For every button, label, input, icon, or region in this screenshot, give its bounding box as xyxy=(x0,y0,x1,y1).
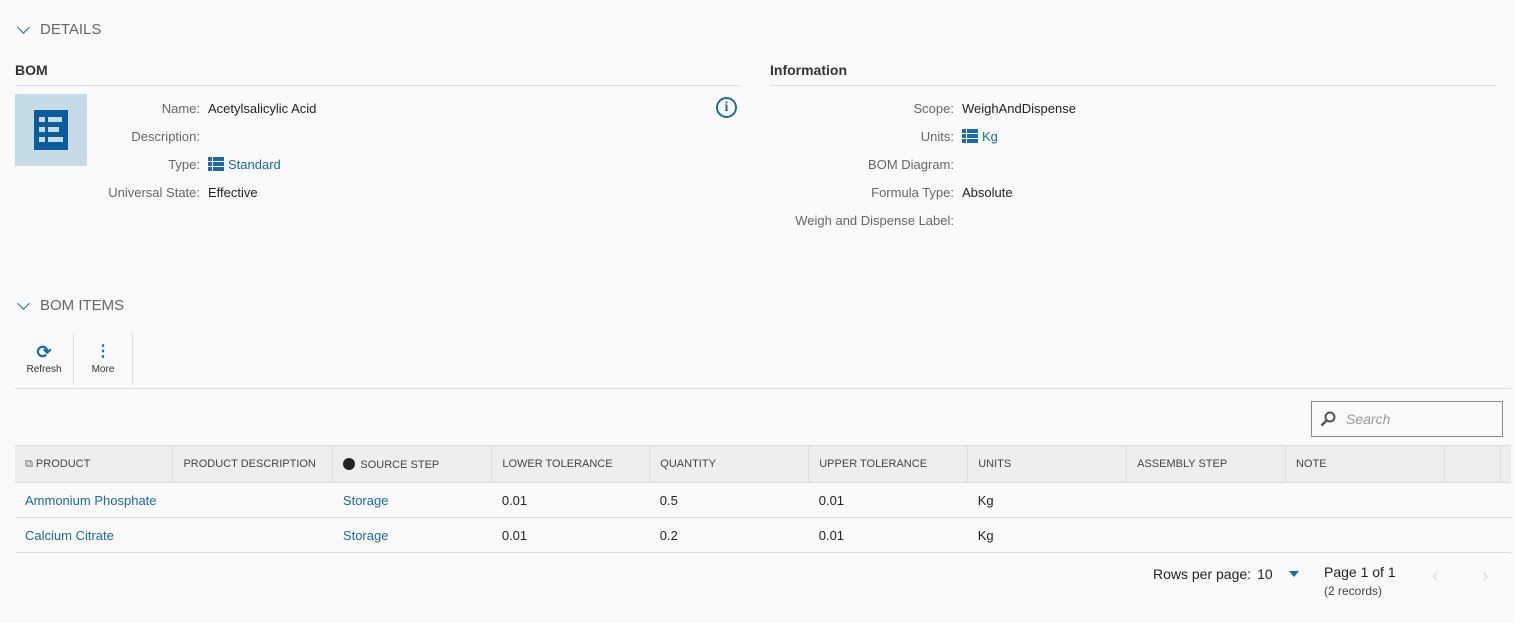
product-icon: ⧉ xyxy=(25,458,36,470)
product-description-cell xyxy=(173,518,333,553)
rows-per-page-label: Rows per page: xyxy=(1153,566,1251,582)
refresh-label: Refresh xyxy=(26,364,61,375)
column-header-assembly-step[interactable]: ASSEMBLY STEP xyxy=(1127,446,1286,483)
bom-items-table: ⧉ PRODUCT PRODUCT DESCRIPTION SOURCE STE… xyxy=(15,445,1511,553)
type-value: Standard xyxy=(228,157,281,172)
search-input[interactable]: Search xyxy=(1311,401,1503,437)
table-row[interactable]: Ammonium PhosphateStorage0.010.50.01Kg xyxy=(15,483,1511,518)
search-placeholder: Search xyxy=(1346,411,1390,427)
table-row[interactable]: Calcium CitrateStorage0.010.20.01Kg xyxy=(15,518,1511,553)
lower-tolerance-cell: 0.01 xyxy=(492,483,650,518)
section-title: BOM ITEMS xyxy=(40,297,124,314)
units-cell: Kg xyxy=(968,483,1127,518)
note-cell xyxy=(1286,518,1445,553)
name-label: Name: xyxy=(0,101,200,116)
formula-type-label: Formula Type: xyxy=(754,185,954,200)
record-count: (2 records) xyxy=(1324,584,1382,598)
name-value: Acetylsalicylic Acid xyxy=(208,101,316,116)
chevron-down-icon xyxy=(17,21,30,34)
rows-per-page-value: 10 xyxy=(1257,566,1273,582)
source-step-link[interactable]: Storage xyxy=(333,483,492,518)
column-header-note[interactable]: NOTE xyxy=(1286,446,1445,483)
note-cell xyxy=(1286,483,1445,518)
info-icon[interactable]: i xyxy=(716,97,737,118)
column-header-lower-tolerance[interactable]: LOWER TOLERANCE xyxy=(492,446,650,483)
column-header-units[interactable]: UNITS xyxy=(968,446,1127,483)
search-icon xyxy=(1320,411,1336,427)
bom-heading: BOM xyxy=(15,62,48,78)
column-header-quantity[interactable]: QUANTITY xyxy=(650,446,809,483)
description-label: Description: xyxy=(0,129,200,144)
assembly-step-cell xyxy=(1127,483,1286,518)
quantity-cell: 0.2 xyxy=(650,518,809,553)
product-description-cell xyxy=(173,483,333,518)
assembly-step-cell xyxy=(1127,518,1286,553)
units-cell: Kg xyxy=(968,518,1127,553)
refresh-icon: ⟳ xyxy=(36,344,51,360)
formula-type-value: Absolute xyxy=(962,185,1013,200)
column-header-actions xyxy=(1444,446,1500,483)
quantity-cell: 0.5 xyxy=(650,483,809,518)
previous-page-button[interactable]: ‹ xyxy=(1432,565,1439,588)
header-label: LOWER TOLERANCE xyxy=(502,458,612,470)
bom-diagram-label: BOM Diagram: xyxy=(754,157,954,172)
units-link[interactable]: Kg xyxy=(962,129,998,144)
header-label: NOTE xyxy=(1296,458,1327,470)
bom-items-section-toggle[interactable]: BOM ITEMS xyxy=(15,297,124,314)
weigh-dispense-label-label: Weigh and Dispense Label: xyxy=(754,213,954,228)
universal-state-value: Effective xyxy=(208,185,258,200)
page-indicator: Page 1 of 1 xyxy=(1324,564,1396,580)
column-header-product[interactable]: ⧉ PRODUCT xyxy=(15,446,173,483)
more-vertical-icon: ⋮ xyxy=(95,344,111,360)
more-label: More xyxy=(92,364,115,375)
circle-icon xyxy=(343,458,355,470)
source-step-link[interactable]: Storage xyxy=(333,518,492,553)
more-button[interactable]: ⋮ More xyxy=(74,333,133,385)
column-header-source-step[interactable]: SOURCE STEP xyxy=(333,446,492,483)
scope-label: Scope: xyxy=(754,101,954,116)
header-label: PRODUCT xyxy=(36,458,90,470)
column-header-product-description[interactable]: PRODUCT DESCRIPTION xyxy=(173,446,333,483)
caret-down-icon xyxy=(1289,571,1299,577)
rows-per-page-select[interactable]: Rows per page: 10 xyxy=(1153,566,1299,582)
type-label: Type: xyxy=(0,157,200,172)
type-link[interactable]: Standard xyxy=(208,157,281,172)
divider xyxy=(15,388,1511,389)
header-label: UPPER TOLERANCE xyxy=(819,458,927,470)
divider xyxy=(15,85,740,86)
universal-state-label: Universal State: xyxy=(0,185,200,200)
list-icon xyxy=(962,129,978,143)
header-label: PRODUCT DESCRIPTION xyxy=(183,458,315,470)
header-label: ASSEMBLY STEP xyxy=(1137,458,1227,470)
section-title: DETAILS xyxy=(40,21,101,38)
header-label: QUANTITY xyxy=(660,458,716,470)
product-link[interactable]: Ammonium Phosphate xyxy=(15,483,173,518)
column-header-spacer xyxy=(1501,446,1512,483)
scope-value: WeighAndDispense xyxy=(962,101,1076,116)
details-section-toggle[interactable]: DETAILS xyxy=(15,21,101,38)
next-page-button[interactable]: › xyxy=(1482,565,1489,588)
upper-tolerance-cell: 0.01 xyxy=(809,483,968,518)
chevron-down-icon xyxy=(17,297,30,310)
upper-tolerance-cell: 0.01 xyxy=(809,518,968,553)
information-heading: Information xyxy=(770,62,847,78)
units-label: Units: xyxy=(754,129,954,144)
header-label: SOURCE STEP xyxy=(360,459,439,471)
lower-tolerance-cell: 0.01 xyxy=(492,518,650,553)
divider xyxy=(770,85,1495,86)
refresh-button[interactable]: ⟳ Refresh xyxy=(15,333,74,385)
header-label: UNITS xyxy=(978,458,1011,470)
list-icon xyxy=(208,157,224,171)
column-header-upper-tolerance[interactable]: UPPER TOLERANCE xyxy=(809,446,968,483)
units-value: Kg xyxy=(982,129,998,144)
product-link[interactable]: Calcium Citrate xyxy=(15,518,173,553)
